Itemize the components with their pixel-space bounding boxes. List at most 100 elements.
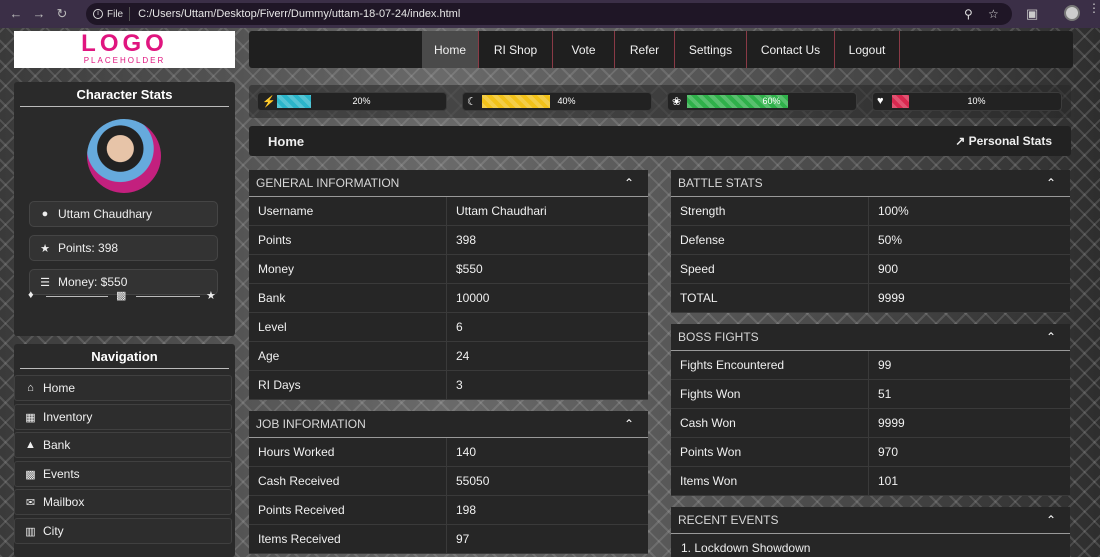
battle-stats-header[interactable]: BATTLE STATS ⌃ bbox=[671, 170, 1070, 197]
browser-toolbar: ← → ↻ i File C:/Users/Uttam/Desktop/Five… bbox=[0, 0, 1100, 28]
recent-events-header[interactable]: RECENT EVENTS ⌃ bbox=[671, 507, 1070, 534]
profile-avatar[interactable] bbox=[1064, 5, 1080, 21]
chevron-up-icon[interactable]: ⌃ bbox=[624, 417, 634, 431]
awake-bar-percent: 40% bbox=[557, 96, 576, 106]
star-icon: ★ bbox=[40, 242, 50, 255]
tab-home[interactable]: Home bbox=[422, 31, 479, 68]
row-label: Level bbox=[249, 313, 447, 341]
row-value: 3 bbox=[456, 378, 463, 392]
row-value: 10000 bbox=[456, 291, 490, 305]
divider bbox=[136, 296, 200, 297]
brain-icon: ❀ bbox=[672, 96, 682, 108]
boss-fights-header[interactable]: BOSS FIGHTS ⌃ bbox=[671, 324, 1070, 351]
city-icon: ▥ bbox=[25, 525, 36, 538]
tab-contact-us[interactable]: Contact Us bbox=[747, 31, 835, 68]
zoom-icon[interactable]: ⚲ bbox=[964, 7, 973, 21]
extensions-icon[interactable]: ▣ bbox=[1026, 6, 1038, 22]
table-row: Fights Encountered 99 bbox=[671, 351, 1070, 380]
character-name-text: Uttam Chaudhary bbox=[58, 207, 153, 221]
nerve-bar: ❀ 60% bbox=[667, 92, 857, 111]
character-money-text: Money: $550 bbox=[58, 275, 128, 289]
nav-item-label: Events bbox=[43, 467, 80, 481]
card-title: RECENT EVENTS bbox=[678, 513, 779, 527]
table-row: Items Won 101 bbox=[671, 467, 1070, 496]
nav-item-events[interactable]: ▩ Events bbox=[14, 461, 232, 487]
chevron-up-icon[interactable]: ⌃ bbox=[1046, 513, 1056, 527]
table-row: Strength 100% bbox=[671, 197, 1070, 226]
chevron-up-icon[interactable]: ⌃ bbox=[624, 176, 634, 190]
row-value: 55050 bbox=[456, 474, 490, 488]
row-value: 100% bbox=[878, 204, 909, 218]
nav-item-label: Bank bbox=[43, 438, 71, 452]
user-icon: ● bbox=[41, 208, 49, 220]
calendar-icon: ▩ bbox=[25, 468, 36, 481]
box-icon: ▦ bbox=[25, 411, 36, 424]
table-row: Cash Received 55050 bbox=[249, 467, 648, 496]
row-value: 900 bbox=[878, 262, 899, 276]
avatar bbox=[87, 119, 161, 193]
table-row: Speed 900 bbox=[671, 255, 1070, 284]
health-bar: ♥ 10% bbox=[872, 92, 1062, 111]
tab-settings[interactable]: Settings bbox=[675, 31, 747, 68]
general-information-card: GENERAL INFORMATION ⌃ Username Uttam Chau… bbox=[249, 170, 648, 400]
nav-item-city[interactable]: ▥ City bbox=[14, 518, 232, 544]
row-label: Fights Encountered bbox=[671, 351, 869, 379]
forward-icon[interactable]: → bbox=[32, 7, 46, 21]
nerve-bar-percent: 60% bbox=[762, 96, 781, 106]
nav-item-inventory[interactable]: ▦ Inventory bbox=[14, 404, 232, 430]
recent-events-card: RECENT EVENTS ⌃ 1. Lockdown Showdown bbox=[671, 507, 1070, 557]
row-label: Points Won bbox=[671, 438, 869, 466]
reload-icon[interactable]: ↻ bbox=[55, 7, 69, 21]
row-value: 9999 bbox=[878, 416, 905, 430]
nav-item-label: Inventory bbox=[43, 410, 93, 424]
row-value: 51 bbox=[878, 387, 892, 401]
site-info-chip[interactable]: i File bbox=[93, 7, 131, 21]
chevron-up-icon[interactable]: ⌃ bbox=[1046, 330, 1056, 344]
table-row: TOTAL 9999 bbox=[671, 284, 1070, 313]
row-label: Cash Received bbox=[249, 467, 447, 495]
row-value: 97 bbox=[456, 532, 470, 546]
row-label: Items Won bbox=[671, 467, 869, 495]
general-information-header[interactable]: GENERAL INFORMATION ⌃ bbox=[249, 170, 648, 197]
inbox-icon[interactable]: ▩ bbox=[116, 289, 126, 302]
nav-item-home[interactable]: ⌂ Home bbox=[14, 375, 232, 401]
logo-text: LOGO bbox=[81, 30, 168, 57]
chevron-up-icon[interactable]: ⌃ bbox=[1046, 176, 1056, 190]
table-row: Money $550 bbox=[249, 255, 648, 284]
bookmark-star-icon[interactable]: ☆ bbox=[988, 7, 999, 21]
top-navigation: Home RI Shop Vote Refer Settings Contact… bbox=[249, 31, 1073, 68]
row-value: 9999 bbox=[878, 291, 905, 305]
url-text[interactable]: C:/Users/Uttam/Desktop/Fiverr/Dummy/utta… bbox=[138, 8, 460, 20]
favorites-star-icon[interactable]: ★ bbox=[206, 289, 216, 302]
chart-icon: ↗ bbox=[955, 134, 966, 148]
row-value: 970 bbox=[878, 445, 899, 459]
job-information-header[interactable]: JOB INFORMATION ⌃ bbox=[249, 411, 648, 438]
energy-bar: ⚡ 20% bbox=[257, 92, 447, 111]
row-label: Age bbox=[249, 342, 447, 370]
nav-item-bank[interactable]: ▲ Bank bbox=[14, 432, 232, 458]
tab-logout[interactable]: Logout bbox=[835, 31, 900, 68]
tab-vote[interactable]: Vote bbox=[553, 31, 615, 68]
health-bar-percent: 10% bbox=[967, 96, 986, 106]
back-icon[interactable]: ← bbox=[9, 7, 23, 21]
personal-stats-link[interactable]: ↗ Personal Stats bbox=[955, 134, 1052, 148]
address-bar[interactable]: i File C:/Users/Uttam/Desktop/Fiverr/Dum… bbox=[86, 3, 1012, 25]
logo[interactable]: LOGO PLACEHOLDER bbox=[14, 31, 235, 68]
bell-icon[interactable]: ♦ bbox=[28, 289, 34, 301]
nav-item-mailbox[interactable]: ✉ Mailbox bbox=[14, 489, 232, 515]
character-stats-panel: Character Stats ● Uttam Chaudhary ★ Poin… bbox=[14, 82, 235, 336]
bolt-icon: ⚡ bbox=[262, 96, 276, 108]
recent-event-item[interactable]: 1. Lockdown Showdown bbox=[671, 534, 1070, 555]
character-name: ● Uttam Chaudhary bbox=[29, 201, 218, 227]
table-row: Age 24 bbox=[249, 342, 648, 371]
table-row: Bank 10000 bbox=[249, 284, 648, 313]
kebab-menu-icon[interactable]: ⋮ bbox=[1088, 2, 1100, 14]
table-row: Defense 50% bbox=[671, 226, 1070, 255]
row-value: 198 bbox=[456, 503, 477, 517]
tab-ri-shop[interactable]: RI Shop bbox=[479, 31, 553, 68]
row-label: Defense bbox=[671, 226, 869, 254]
logo-subtext: PLACEHOLDER bbox=[83, 56, 166, 65]
row-value: 101 bbox=[878, 474, 899, 488]
tab-refer[interactable]: Refer bbox=[615, 31, 675, 68]
table-row: Username Uttam Chaudhari bbox=[249, 197, 648, 226]
